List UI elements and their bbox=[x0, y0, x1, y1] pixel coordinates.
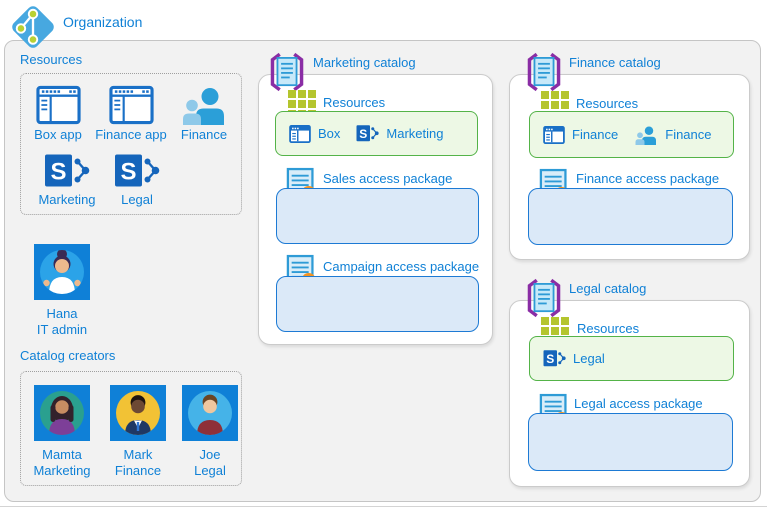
marketing-catalog: Marketing catalog Resources Box Marketin… bbox=[258, 74, 493, 345]
legal-catalog: Legal catalog Resources Legal Legal acce… bbox=[509, 300, 750, 487]
sharepoint-icon bbox=[114, 152, 160, 190]
catalog-resource: Finance bbox=[634, 125, 712, 145]
creator-role: Legal bbox=[194, 462, 226, 478]
app-window-icon bbox=[289, 125, 311, 143]
access-package-box bbox=[528, 188, 733, 245]
people-group-icon bbox=[181, 85, 227, 125]
catalog-resource: Box bbox=[289, 125, 340, 143]
catalog-creators-panel: Mamta Marketing Mark Finance Joe Legal bbox=[20, 371, 242, 486]
avatar bbox=[110, 385, 166, 441]
catalog-title: Legal catalog bbox=[569, 281, 647, 296]
catalog-resource-label: Finance bbox=[665, 126, 712, 142]
finance-catalog: Finance catalog Resources Finance Financ… bbox=[509, 74, 750, 260]
bottom-frame-line bbox=[0, 506, 767, 507]
catalog-resource-label: Legal bbox=[573, 350, 605, 366]
access-package-label: Legal access package bbox=[574, 396, 703, 411]
resources-green-box: Box Marketing bbox=[275, 111, 478, 156]
resource-item-label: Box app bbox=[34, 127, 82, 142]
people-group-icon bbox=[634, 125, 658, 145]
creator-name: Joe bbox=[199, 447, 221, 462]
catalog-resources-label: Resources bbox=[576, 96, 639, 111]
catalog-resources-label: Resources bbox=[323, 95, 386, 110]
resource-item: Finance app bbox=[93, 85, 169, 143]
avatar bbox=[182, 385, 238, 441]
resource-item: Marketing bbox=[35, 152, 99, 208]
catalog-resource-label: Box bbox=[318, 125, 341, 141]
access-package-box bbox=[276, 276, 479, 332]
resources-green-box: Legal bbox=[529, 336, 734, 381]
organization-label: Organization bbox=[63, 14, 143, 30]
resource-item: Box app bbox=[23, 85, 93, 143]
app-window-icon bbox=[543, 126, 565, 144]
creator-role: Finance bbox=[114, 462, 162, 478]
creator-figure: Mark Finance bbox=[103, 385, 173, 478]
creator-name: Mark bbox=[123, 447, 153, 462]
catalog-resource: Legal bbox=[543, 349, 605, 368]
resource-item: Legal bbox=[107, 152, 167, 208]
diagram-canvas: Organization Resources Box app Finance a… bbox=[0, 0, 767, 508]
access-package-label: Sales access package bbox=[323, 171, 453, 186]
organization-content: Resources Box app Finance app Finance Ma… bbox=[4, 40, 761, 502]
catalog-creators-title: Catalog creators bbox=[20, 348, 116, 363]
it-admin-role: IT admin bbox=[36, 321, 88, 337]
app-window-icon bbox=[36, 85, 81, 125]
app-window-icon bbox=[109, 85, 154, 125]
sharepoint-icon bbox=[44, 152, 90, 190]
resources-green-box: Finance Finance bbox=[529, 111, 734, 158]
it-admin-figure: Hana IT admin bbox=[12, 244, 112, 337]
creator-name: Mamta bbox=[42, 447, 82, 462]
catalog-resource: Marketing bbox=[356, 124, 443, 143]
it-admin-name: Hana bbox=[46, 306, 78, 321]
resources-panel: Box app Finance app Finance Marketing Le… bbox=[20, 73, 242, 215]
avatar bbox=[34, 385, 90, 441]
access-package-label: Finance access package bbox=[576, 171, 720, 186]
resource-item-label: Finance bbox=[180, 127, 228, 142]
catalog-icon bbox=[524, 50, 564, 94]
sharepoint-icon bbox=[356, 124, 379, 143]
creator-figure: Joe Legal bbox=[175, 385, 245, 478]
avatar bbox=[34, 244, 90, 300]
access-package-label: Campaign access package bbox=[323, 259, 480, 274]
creator-figure: Mamta Marketing bbox=[27, 385, 97, 478]
access-package-box bbox=[276, 188, 479, 244]
resource-item-label: Finance app bbox=[95, 127, 167, 142]
catalog-resources-label: Resources bbox=[577, 321, 640, 336]
catalog-resource-label: Finance bbox=[572, 126, 619, 142]
sharepoint-icon bbox=[543, 349, 566, 368]
creator-role: Marketing bbox=[33, 462, 91, 478]
resource-item-label: Legal bbox=[121, 192, 153, 207]
access-package-box bbox=[528, 413, 733, 471]
catalog-resource-label: Marketing bbox=[386, 125, 444, 141]
catalog-resource: Finance bbox=[543, 126, 618, 144]
resource-item: Finance bbox=[173, 85, 235, 143]
catalog-title: Finance catalog bbox=[569, 55, 661, 70]
resource-item-label: Marketing bbox=[38, 192, 96, 207]
catalog-icon bbox=[524, 276, 564, 320]
resources-panel-title: Resources bbox=[20, 52, 83, 67]
catalog-title: Marketing catalog bbox=[313, 55, 416, 70]
catalog-icon bbox=[267, 50, 307, 94]
